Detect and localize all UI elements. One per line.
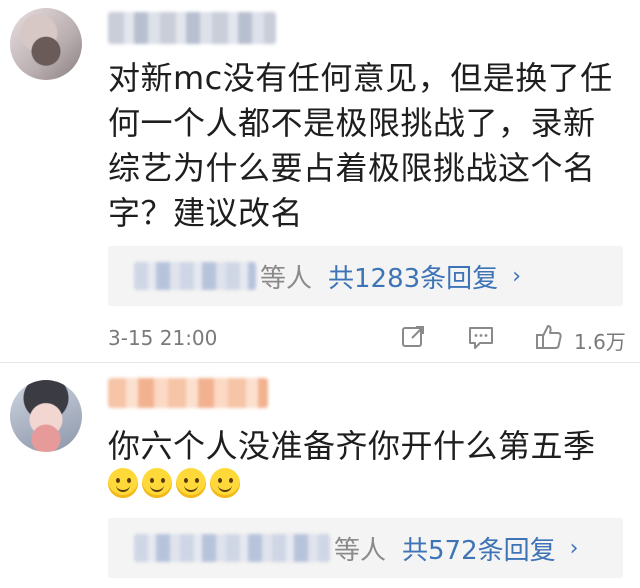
like-count: 1.6万 <box>574 330 626 354</box>
reply-users-blurred <box>134 262 256 290</box>
replies-preview[interactable]: 等人 共1283条回复 › <box>108 246 623 306</box>
smile-emoji-icon <box>142 468 172 498</box>
reply-count-link[interactable]: 共572条回复 <box>402 530 556 567</box>
share-icon[interactable] <box>398 322 428 352</box>
reply-users-blurred <box>134 534 330 562</box>
emoji-row <box>108 468 240 498</box>
comment-icon[interactable] <box>466 322 496 352</box>
username-blurred[interactable] <box>108 378 268 408</box>
comment-text: 你六个人没准备齐你开什么第五季 <box>108 427 596 465</box>
username-blurred[interactable] <box>108 12 276 44</box>
reply-users-suffix: 等人 <box>334 535 387 566</box>
comment-meta-bar: 3-15 21:00 1.6万 <box>108 322 628 358</box>
comment-text: 对新mc没有任何意见，但是换了任何一个人都不是极限挑战了，录新综艺为什么要占着极… <box>108 59 613 232</box>
comment-timestamp: 3-15 21:00 <box>108 326 218 350</box>
reply-count-link[interactable]: 共1283条回复 <box>328 258 498 295</box>
chevron-right-icon: › <box>512 263 521 289</box>
avatar[interactable] <box>10 380 82 452</box>
smile-emoji-icon <box>210 468 240 498</box>
smile-emoji-icon <box>176 468 206 498</box>
smile-emoji-icon <box>108 468 138 498</box>
thumbs-up-icon[interactable] <box>534 322 564 352</box>
replies-preview[interactable]: 等人 共572条回复 › <box>108 518 623 578</box>
avatar[interactable] <box>10 8 82 80</box>
reply-users-suffix: 等人 <box>260 263 313 294</box>
divider <box>0 362 640 363</box>
chevron-right-icon: › <box>569 535 579 561</box>
